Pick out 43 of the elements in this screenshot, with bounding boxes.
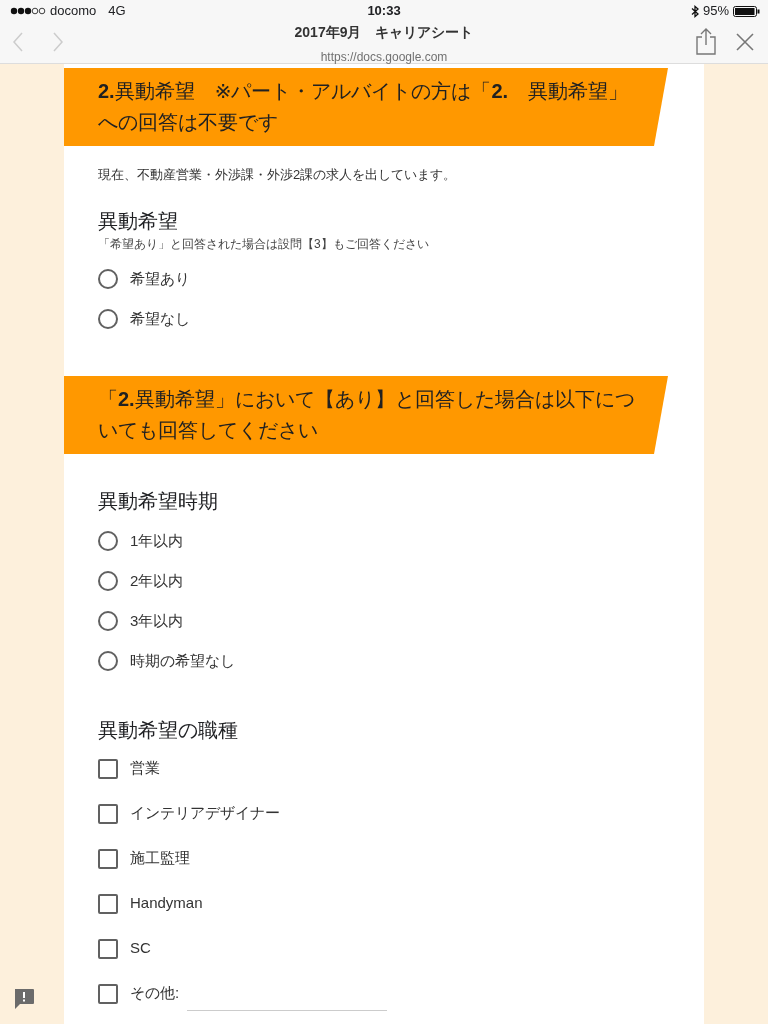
option-label: 希望なし xyxy=(130,308,190,329)
carrier-name: docomo xyxy=(50,2,97,21)
checkbox[interactable] xyxy=(98,803,118,824)
bluetooth-icon xyxy=(690,4,699,18)
option-label: 1年以内 xyxy=(130,530,184,551)
signal-icon xyxy=(10,7,46,15)
section-description: 現在、不動産営業・外渉課・外渉2課の求人を出しています。 xyxy=(98,166,458,184)
section-header: 2.異動希望 ※パート・アルバイトの方は「2. 異動希望」への回答は不要です xyxy=(64,68,668,146)
page-url: https://docs.google.com xyxy=(320,50,448,65)
checkbox[interactable] xyxy=(98,848,118,869)
checkbox[interactable] xyxy=(98,983,118,1004)
option-label: 営業 xyxy=(130,758,160,779)
option-label: 時期の希望なし xyxy=(130,650,235,671)
share-icon[interactable] xyxy=(695,27,717,55)
close-icon[interactable] xyxy=(736,33,754,51)
page-title: 2017年9月 キャリアシート xyxy=(294,23,474,41)
clock: 10:33 xyxy=(367,2,401,21)
question-title: 異動希望時期 xyxy=(98,489,219,514)
option-label: SC xyxy=(130,938,151,959)
checkbox[interactable] xyxy=(98,758,118,779)
option-label: 2年以内 xyxy=(130,570,184,591)
radio-button[interactable] xyxy=(98,571,118,591)
option-label: インテリアデザイナー xyxy=(130,803,280,824)
radio-button[interactable] xyxy=(98,531,118,551)
network-type: 4G xyxy=(108,2,126,21)
option-label: 3年以内 xyxy=(130,610,184,631)
option-label: その他: xyxy=(130,983,180,1004)
battery-percent: 95% xyxy=(702,2,729,21)
question-title: 異動希望の職種 xyxy=(98,718,239,743)
checkbox[interactable] xyxy=(98,938,118,959)
option-label: 施工監理 xyxy=(130,848,190,869)
question-title: 異動希望 xyxy=(98,209,179,234)
radio-button[interactable] xyxy=(98,269,118,289)
checkbox[interactable] xyxy=(98,893,118,914)
feedback-icon[interactable] xyxy=(13,988,35,1010)
battery-icon xyxy=(733,5,760,17)
radio-button[interactable] xyxy=(98,309,118,329)
option-label: Handyman xyxy=(130,893,203,914)
option-label: 希望あり xyxy=(130,268,190,289)
section-header: 「2.異動希望」において【あり】と回答した場合は以下についても回答してください xyxy=(64,376,668,454)
question-help: 「希望あり」と回答された場合は設問【3】もご回答ください xyxy=(98,236,430,252)
radio-button[interactable] xyxy=(98,651,118,671)
radio-button[interactable] xyxy=(98,611,118,631)
